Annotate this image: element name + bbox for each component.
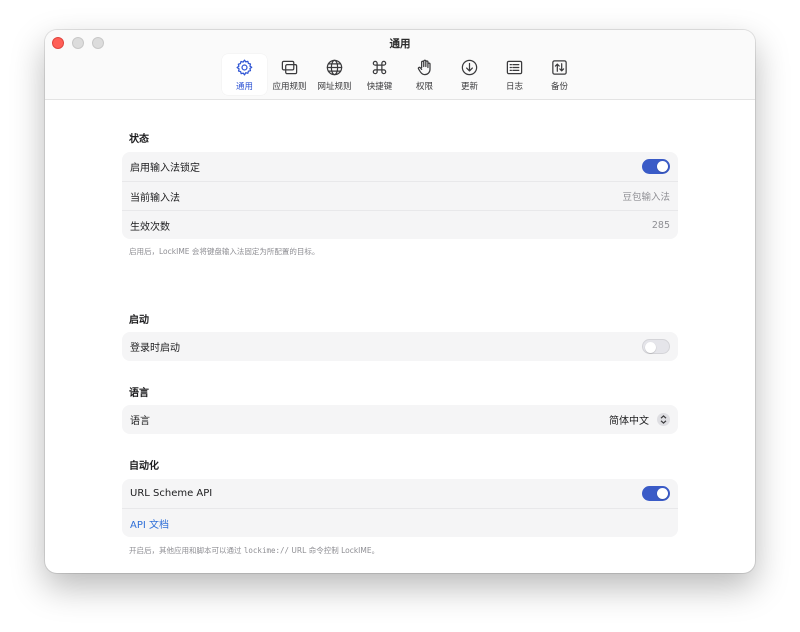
tab-updates[interactable]: 更新 bbox=[447, 54, 492, 95]
url-scheme-row: URL Scheme API bbox=[122, 479, 678, 508]
section-title-status: 状态 bbox=[129, 134, 149, 145]
log-list-icon bbox=[506, 60, 523, 75]
automation-footnote: 开启后，其他应用和脚本可以通过 lockime:// URL 命令控制 Lock… bbox=[129, 545, 379, 556]
tab-label: 快捷键 bbox=[366, 82, 393, 92]
section-title-language: 语言 bbox=[129, 388, 149, 399]
status-footnote: 启用后，LockIME 会将键盘输入法固定为所配置的目标。 bbox=[129, 247, 320, 256]
status-group: 启用输入法锁定 当前输入法 豆包输入法 生效次数 285 bbox=[122, 152, 678, 239]
effective-count-value: 285 bbox=[651, 219, 670, 231]
section-title-startup: 启动 bbox=[129, 315, 149, 326]
login-launch-label: 登录时启动 bbox=[130, 343, 180, 354]
hand-icon bbox=[417, 59, 431, 76]
settings-toolbar: 通用 应用规则 网址规则 快捷键 权限 更新 日志 备份 bbox=[222, 54, 582, 95]
tab-app-rules[interactable]: 应用规则 bbox=[267, 54, 312, 95]
url-scheme-toggle[interactable] bbox=[642, 486, 670, 501]
globe-icon bbox=[326, 59, 343, 76]
tab-label: 网址规则 bbox=[317, 82, 352, 92]
enable-lock-row: 启用输入法锁定 bbox=[122, 152, 678, 181]
effective-count-label: 生效次数 bbox=[130, 221, 170, 233]
tab-backup[interactable]: 备份 bbox=[537, 54, 582, 95]
chevron-up-down-icon bbox=[657, 413, 670, 426]
startup-group: 登录时启动 bbox=[122, 332, 678, 361]
language-label: 语言 bbox=[130, 416, 150, 427]
tab-permissions[interactable]: 权限 bbox=[402, 54, 447, 95]
tab-logs[interactable]: 日志 bbox=[492, 54, 537, 95]
footnote-text-post: URL 命令控制 LockIME。 bbox=[289, 546, 380, 555]
toggle-knob bbox=[657, 161, 668, 172]
title-bar: 通用 通用 应用规则 网址规则 快捷键 权限 更新 日志 备份 bbox=[45, 30, 755, 100]
api-doc-row: API 文档 bbox=[122, 508, 678, 537]
toggle-knob bbox=[657, 488, 668, 499]
automation-group: URL Scheme API API 文档 bbox=[122, 479, 678, 537]
command-icon bbox=[372, 60, 387, 75]
login-launch-toggle[interactable] bbox=[642, 339, 670, 354]
current-im-value: 豆包输入法 bbox=[622, 192, 670, 203]
tab-label: 更新 bbox=[460, 82, 478, 92]
footnote-code: lockime:// bbox=[243, 546, 290, 555]
url-scheme-label: URL Scheme API bbox=[130, 488, 213, 499]
api-doc-link[interactable]: API 文档 bbox=[130, 516, 169, 531]
enable-lock-toggle[interactable] bbox=[642, 159, 670, 174]
download-circle-icon bbox=[461, 59, 478, 76]
effective-count-row: 生效次数 285 bbox=[122, 210, 678, 239]
tab-general[interactable]: 通用 bbox=[222, 54, 267, 95]
tab-label: 应用规则 bbox=[272, 82, 307, 92]
tab-label: 权限 bbox=[415, 82, 433, 92]
current-im-label: 当前输入法 bbox=[130, 192, 180, 204]
tab-label: 备份 bbox=[550, 82, 568, 92]
enable-lock-label: 启用输入法锁定 bbox=[130, 163, 200, 174]
toggle-knob bbox=[645, 341, 656, 353]
settings-window: 通用 通用 应用规则 网址规则 快捷键 权限 更新 日志 备份 状态 启用输入法… bbox=[45, 30, 755, 573]
language-group: 语言 简体中文 bbox=[122, 405, 678, 434]
tab-label: 通用 bbox=[235, 82, 253, 92]
current-im-row: 当前输入法 豆包输入法 bbox=[122, 181, 678, 210]
footnote-text-pre: 开启后，其他应用和脚本可以通过 bbox=[129, 546, 244, 555]
language-selected-value: 简体中文 bbox=[609, 416, 649, 427]
backup-arrows-icon bbox=[552, 60, 567, 75]
language-row: 语言 简体中文 bbox=[122, 405, 678, 434]
window-title: 通用 bbox=[389, 38, 411, 50]
tab-shortcuts[interactable]: 快捷键 bbox=[357, 54, 402, 95]
gear-icon bbox=[236, 59, 253, 76]
language-select[interactable]: 简体中文 bbox=[609, 412, 670, 427]
tab-label: 日志 bbox=[505, 82, 523, 92]
login-launch-row: 登录时启动 bbox=[122, 332, 678, 361]
tab-url-rules[interactable]: 网址规则 bbox=[312, 54, 357, 95]
app-windows-icon bbox=[281, 60, 298, 75]
section-title-automation: 自动化 bbox=[129, 461, 159, 472]
